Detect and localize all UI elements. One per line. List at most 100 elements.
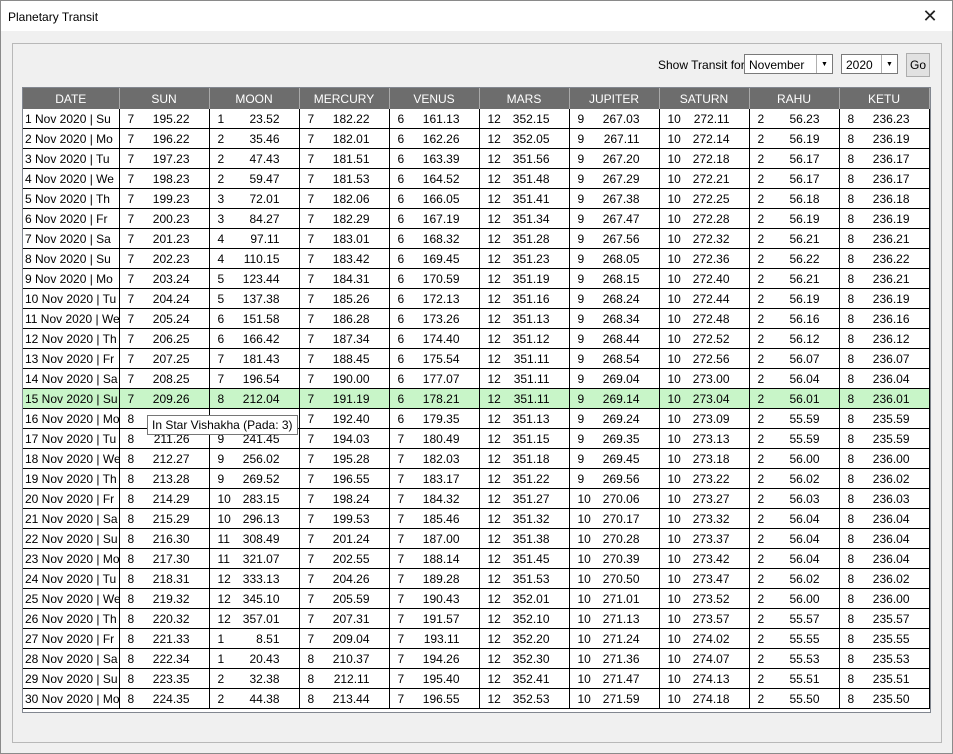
- degree-value: 20.43: [249, 651, 280, 666]
- go-button[interactable]: Go: [906, 53, 930, 77]
- table-row[interactable]: 23 Nov 2020 | Mo 8 217.30 11 321.07 7 202.55 7 1…: [23, 548, 930, 569]
- degree-value: 55.51: [789, 671, 820, 686]
- table-row[interactable]: 8 Nov 2020 | Su 7 202.23 4 110.15 7 183.42 6 169…: [23, 248, 930, 269]
- planet-cell: 9 269.52: [209, 468, 300, 489]
- table-row[interactable]: 12 Nov 2020 | Th 7 206.25 6 166.42 7 187.34 6 17…: [23, 328, 930, 349]
- close-icon[interactable]: ✕: [908, 1, 952, 31]
- column-header[interactable]: MARS: [479, 88, 570, 109]
- sign-number: 6: [217, 311, 225, 326]
- planet-cell: 6 163.39: [389, 148, 480, 169]
- table-row[interactable]: 14 Nov 2020 | Sa 7 208.25 7 196.54 7 190.00 6 17…: [23, 368, 930, 389]
- sign-number: 7: [217, 371, 225, 386]
- table-row[interactable]: 24 Nov 2020 | Tu 8 218.31 12 333.13 7 204.26 7 1…: [23, 568, 930, 589]
- sign-number: 9: [577, 371, 585, 386]
- planet-cell: 7 196.55: [299, 468, 390, 489]
- column-header[interactable]: MERCURY: [299, 88, 390, 109]
- table-row[interactable]: 20 Nov 2020 | Fr 8 214.29 10 283.15 7 198.24 7 1…: [23, 488, 930, 509]
- degree-value: 161.13: [422, 111, 460, 126]
- column-header[interactable]: JUPITER: [569, 88, 660, 109]
- planet-cell: 6 168.32: [389, 228, 480, 249]
- degree-value: 56.21: [789, 271, 820, 286]
- sign-number: 2: [757, 171, 765, 186]
- sign-number: 7: [307, 151, 315, 166]
- degree-value: 213.28: [152, 471, 190, 486]
- planet-cell: 7 199.53: [299, 508, 390, 529]
- column-header[interactable]: SATURN: [659, 88, 750, 109]
- table-row[interactable]: 6 Nov 2020 | Fr 7 200.23 3 84.27 7 182.29 6 167.…: [23, 208, 930, 229]
- degree-value: 273.00: [692, 371, 730, 386]
- sign-number: 8: [307, 651, 315, 666]
- month-select[interactable]: November ▼: [744, 54, 833, 74]
- degree-value: 137.38: [242, 291, 280, 306]
- planet-cell: 8 236.17: [839, 148, 930, 169]
- table-row[interactable]: 30 Nov 2020 | Mo 8 224.35 2 44.38 8 213.44 7 196…: [23, 688, 930, 709]
- planet-cell: 9 267.38: [569, 188, 660, 209]
- sign-number: 6: [397, 131, 405, 146]
- planet-cell: 8 220.32: [119, 608, 210, 629]
- table-row[interactable]: 29 Nov 2020 | Su 8 223.35 2 32.38 8 212.11 7 195…: [23, 668, 930, 689]
- degree-value: 236.00: [872, 451, 910, 466]
- table-row[interactable]: 19 Nov 2020 | Th 8 213.28 9 269.52 7 196.55 7 18…: [23, 468, 930, 489]
- column-header[interactable]: RAHU: [749, 88, 840, 109]
- column-header[interactable]: SUN: [119, 88, 210, 109]
- planet-cell: 7 187.34: [299, 328, 390, 349]
- table-row[interactable]: 4 Nov 2020 | We 7 198.23 2 59.47 7 181.53 6 164.…: [23, 168, 930, 189]
- planet-cell: 7 209.04: [299, 628, 390, 649]
- table-row[interactable]: 7 Nov 2020 | Sa 7 201.23 4 97.11 7 183.01 6 168.…: [23, 228, 930, 249]
- date-cell: 24 Nov 2020 | Tu: [23, 568, 120, 589]
- sign-number: 7: [307, 371, 315, 386]
- column-header[interactable]: DATE: [23, 88, 120, 109]
- table-row[interactable]: 26 Nov 2020 | Th 8 220.32 12 357.01 7 207.31 7 1…: [23, 608, 930, 629]
- degree-value: 174.40: [422, 331, 460, 346]
- table-row[interactable]: 1 Nov 2020 | Su 7 195.22 1 23.52 7 182.22 6 161.…: [23, 109, 930, 129]
- table-row[interactable]: 5 Nov 2020 | Th 7 199.23 3 72.01 7 182.06 6 166.…: [23, 188, 930, 209]
- degree-value: 194.03: [332, 431, 370, 446]
- degree-value: 197.23: [152, 151, 190, 166]
- table-row[interactable]: 15 Nov 2020 | Su 7 209.26 8 212.04 7 191.19 6 17…: [23, 388, 930, 409]
- year-select[interactable]: 2020 ▼: [841, 54, 898, 74]
- sign-number: 7: [127, 371, 135, 386]
- sign-number: 9: [577, 351, 585, 366]
- planet-cell: 2 59.47: [209, 168, 300, 189]
- planet-cell: 8 215.29: [119, 508, 210, 529]
- table-row[interactable]: 2 Nov 2020 | Mo 7 196.22 2 35.46 7 182.01 6 162.…: [23, 128, 930, 149]
- planet-cell: 9 269.04: [569, 368, 660, 389]
- sign-number: 8: [847, 591, 855, 606]
- sign-number: 2: [757, 651, 765, 666]
- planet-cell: 12 351.11: [479, 388, 570, 409]
- sign-number: 7: [307, 391, 315, 406]
- sign-number: 12: [487, 131, 501, 146]
- table-row[interactable]: 9 Nov 2020 | Mo 7 203.24 5 123.44 7 184.31 6 170…: [23, 268, 930, 289]
- table-row[interactable]: 3 Nov 2020 | Tu 7 197.23 2 47.43 7 181.51 6 163.…: [23, 148, 930, 169]
- degree-value: 59.47: [249, 171, 280, 186]
- table-row[interactable]: 27 Nov 2020 | Fr 8 221.33 1 8.51 7 209.04 7 193.…: [23, 628, 930, 649]
- column-header[interactable]: MOON: [209, 88, 300, 109]
- sign-number: 7: [397, 571, 405, 586]
- planet-cell: 7 195.22: [119, 109, 210, 129]
- title-bar: Planetary Transit ✕: [1, 1, 952, 31]
- planet-cell: 12 351.23: [479, 248, 570, 269]
- sign-number: 8: [127, 571, 135, 586]
- table-row[interactable]: 28 Nov 2020 | Sa 8 222.34 1 20.43 8 210.37 7 194…: [23, 648, 930, 669]
- planet-cell: 8 214.29: [119, 488, 210, 509]
- table-row[interactable]: 22 Nov 2020 | Su 8 216.30 11 308.49 7 201.24 7 1…: [23, 528, 930, 549]
- planet-cell: 10 272.36: [659, 248, 750, 269]
- table-row[interactable]: 11 Nov 2020 | We 7 205.24 6 151.58 7 186.28 6 17…: [23, 308, 930, 329]
- planet-cell: 2 56.22: [749, 248, 840, 269]
- sign-number: 10: [667, 371, 681, 386]
- column-header[interactable]: VENUS: [389, 88, 480, 109]
- table-row[interactable]: 25 Nov 2020 | We 8 219.32 12 345.10 7 205.59 7 1…: [23, 588, 930, 609]
- sign-number: 9: [577, 211, 585, 226]
- chevron-down-icon[interactable]: ▼: [816, 55, 832, 73]
- chevron-down-icon[interactable]: ▼: [881, 55, 897, 73]
- degree-value: 236.00: [872, 591, 910, 606]
- table-row[interactable]: 10 Nov 2020 | Tu 7 204.24 5 137.38 7 185.26 6 17…: [23, 288, 930, 309]
- sign-number: 8: [127, 611, 135, 626]
- table-row[interactable]: 21 Nov 2020 | Sa 8 215.29 10 296.13 7 199.53 7 1…: [23, 508, 930, 529]
- table-row[interactable]: 18 Nov 2020 | We 8 212.27 9 256.02 7 195.28 7 18…: [23, 448, 930, 469]
- planet-cell: 2 56.04: [749, 548, 840, 569]
- column-header[interactable]: KETU: [839, 88, 930, 109]
- planet-cell: 2 56.19: [749, 288, 840, 309]
- sign-number: 10: [667, 631, 681, 646]
- table-row[interactable]: 13 Nov 2020 | Fr 7 207.25 7 181.43 7 188.45 6 17…: [23, 348, 930, 369]
